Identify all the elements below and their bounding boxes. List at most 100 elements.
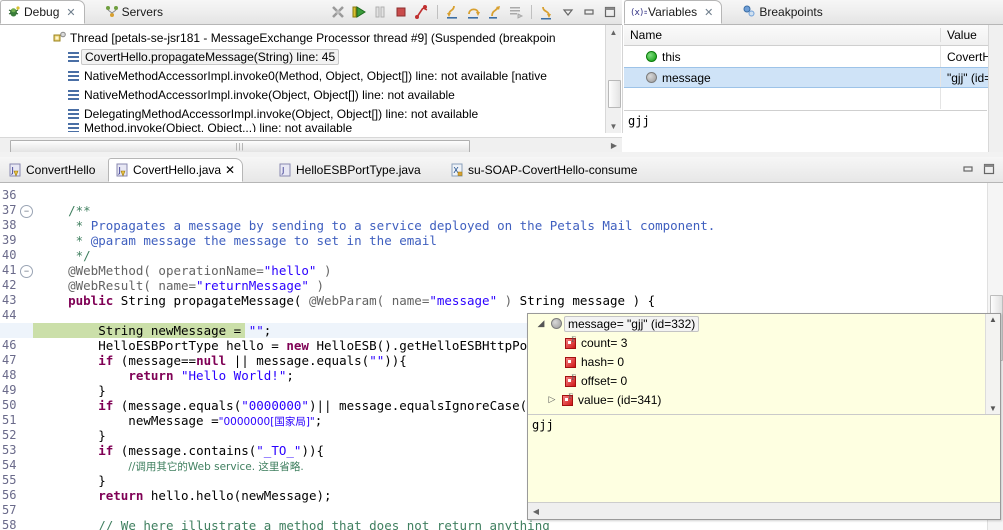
- fold-collapse-icon[interactable]: −: [20, 205, 33, 218]
- chevron-right-icon[interactable]: ▷: [545, 395, 559, 405]
- disconnect-breakpoint-icon[interactable]: [413, 3, 431, 21]
- editor-tab-su-soap-coverthello-consume[interactable]: X su-SOAP-CovertHello-consume: [444, 158, 644, 182]
- variables-detail-pane[interactable]: gjj: [624, 110, 987, 140]
- scroll-down-icon[interactable]: ▼: [606, 119, 621, 133]
- hover-horizontal-scrollbar[interactable]: ◀: [528, 502, 1000, 519]
- debug-toolbar: [329, 0, 622, 24]
- code-line[interactable]: // We here illustrate a method that does…: [33, 518, 550, 530]
- hover-variable-tree[interactable]: ◢ message= "gjj" (id=332) F count= 3 has…: [528, 314, 1000, 414]
- code-token: }: [38, 428, 106, 443]
- variables-icon: (x)=: [631, 5, 651, 19]
- scroll-up-icon[interactable]: ▲: [606, 25, 621, 39]
- code-line[interactable]: @WebResult( name="returnMessage" ): [33, 278, 324, 293]
- java-warning-icon: J: [9, 163, 22, 177]
- step-into-icon[interactable]: [444, 3, 462, 21]
- view-menu-icon[interactable]: [559, 3, 577, 21]
- code-line[interactable]: //调用其它的Web service. 这里省略.: [33, 458, 303, 473]
- stack-row-frame-selected[interactable]: CovertHello.propagateMessage(String) lin…: [0, 47, 622, 66]
- code-line[interactable]: String newMessage = "";: [33, 323, 271, 338]
- line-number: 42: [2, 278, 17, 292]
- code-line[interactable]: */: [33, 248, 91, 263]
- code-line[interactable]: if (message==null || message.equals(""))…: [33, 353, 407, 368]
- variables-table[interactable]: Name Value this CovertHel message "gjj" …: [624, 25, 1003, 110]
- hover-row-offset[interactable]: F offset= 0: [528, 371, 1000, 390]
- step-filters-icon[interactable]: [538, 3, 556, 21]
- variable-row-message[interactable]: message "gjj" (id=3: [624, 67, 1003, 88]
- editor-tab-coverthello-java[interactable]: J CovertHello.java ✕: [108, 158, 244, 182]
- scroll-down-icon[interactable]: ▼: [989, 404, 997, 413]
- debug-view-tabstrip: Debug ✕ Servers: [0, 0, 622, 25]
- code-line[interactable]: @WebMethod( operationName="hello" ): [33, 263, 331, 278]
- hover-vertical-scrollbar[interactable]: ▲ ▼: [985, 314, 1000, 414]
- step-over-icon[interactable]: [465, 3, 483, 21]
- editor-tab-converthello[interactable]: J ConvertHello: [2, 158, 102, 182]
- code-line[interactable]: HelloESBPortType hello = new HelloESB().…: [33, 338, 565, 353]
- drop-to-frame-icon[interactable]: [507, 3, 525, 21]
- line-number: 50: [2, 398, 17, 412]
- tab-variables[interactable]: (x)= Variables ✕: [624, 0, 723, 24]
- code-token: String message ) {: [512, 293, 656, 308]
- chevron-down-icon[interactable]: ◢: [534, 319, 548, 329]
- maximize-icon[interactable]: [980, 160, 998, 178]
- editor-tab-helloesbporttype-java[interactable]: J HelloESBPortType.java: [272, 158, 428, 182]
- tab-breakpoints[interactable]: Breakpoints: [736, 0, 830, 24]
- stack-row-frame-3[interactable]: NativeMethodAccessorImpl.invoke(Object, …: [0, 85, 622, 104]
- step-return-icon[interactable]: [486, 3, 504, 21]
- code-line[interactable]: return hello.hello(newMessage);: [33, 488, 331, 503]
- hover-row-message[interactable]: ◢ message= "gjj" (id=332): [528, 314, 1000, 333]
- close-icon[interactable]: ✕: [225, 163, 235, 177]
- variable-row-this[interactable]: this CovertHel: [624, 46, 1003, 67]
- stack-row-thread[interactable]: Thread [petals-se-jsr181 - MessageExchan…: [0, 28, 622, 47]
- scroll-right-icon[interactable]: ▶: [607, 138, 621, 153]
- stack-row-frame-5[interactable]: Method.invoke(Object, Object...) line: n…: [0, 123, 622, 132]
- code-line[interactable]: [33, 503, 38, 518]
- code-token: if: [98, 398, 114, 413]
- scroll-left-icon[interactable]: ◀: [528, 507, 544, 516]
- hover-row-count[interactable]: F count= 3: [528, 333, 1000, 352]
- variable-name: this: [662, 49, 681, 64]
- close-icon[interactable]: ✕: [66, 7, 75, 18]
- disconnect-icon[interactable]: [329, 3, 347, 21]
- variable-hover-popup[interactable]: ◢ message= "gjj" (id=332) F count= 3 has…: [527, 313, 1001, 520]
- debug-vertical-scrollbar[interactable]: ▲ ▼: [605, 25, 621, 133]
- code-token: return: [128, 368, 174, 383]
- column-name[interactable]: Name: [624, 28, 941, 42]
- minimize-icon[interactable]: [580, 3, 598, 21]
- code-line[interactable]: }: [33, 473, 106, 488]
- code-line[interactable]: [33, 308, 38, 323]
- terminate-icon[interactable]: [392, 3, 410, 21]
- code-line[interactable]: newMessage ="0000000[国家局]";: [33, 413, 322, 428]
- hover-row-hash[interactable]: hash= 0: [528, 352, 1000, 371]
- scrollbar-thumb[interactable]: [608, 80, 621, 108]
- code-line[interactable]: }: [33, 428, 106, 443]
- close-icon[interactable]: ✕: [704, 7, 713, 18]
- toolbar-separator-2: [531, 5, 532, 19]
- debug-horizontal-scrollbar[interactable]: ||| ▶: [0, 137, 622, 153]
- code-line[interactable]: /**: [33, 203, 91, 218]
- code-line[interactable]: return "Hello World!";: [33, 368, 294, 383]
- code-token: "0000000[国家局]": [218, 416, 315, 428]
- restore-icon[interactable]: [959, 160, 977, 178]
- hover-detail-pane[interactable]: gjj: [528, 414, 1000, 499]
- scroll-up-icon[interactable]: ▲: [989, 315, 997, 324]
- code-line[interactable]: if (message.equals("0000000")|| message.…: [33, 398, 572, 413]
- stack-row-frame-2[interactable]: NativeMethodAccessorImpl.invoke0(Method,…: [0, 66, 622, 85]
- field-icon: [562, 356, 578, 368]
- code-line[interactable]: * @param message the message to set in t…: [33, 233, 437, 248]
- hover-row-value[interactable]: ▷ F value= (id=341): [528, 390, 1000, 409]
- code-line[interactable]: }: [33, 383, 106, 398]
- variables-vertical-scrollbar[interactable]: [988, 25, 1003, 155]
- code-line[interactable]: if (message.contains("_TO_")){: [33, 443, 324, 458]
- maximize-icon[interactable]: [601, 3, 619, 21]
- fold-collapse-icon[interactable]: −: [20, 265, 33, 278]
- resume-icon[interactable]: [350, 3, 368, 21]
- debug-stack-tree[interactable]: Thread [petals-se-jsr181 - MessageExchan…: [0, 25, 623, 133]
- code-line[interactable]: * Propagates a message by sending to a s…: [33, 218, 716, 233]
- code-line[interactable]: public String propagateMessage( @WebPara…: [33, 293, 655, 308]
- suspend-icon[interactable]: [371, 3, 389, 21]
- tab-servers[interactable]: Servers: [99, 0, 171, 24]
- tab-debug[interactable]: Debug ✕: [0, 0, 85, 24]
- stack-row-frame-4[interactable]: DelegatingMethodAccessorImpl.invoke(Obje…: [0, 104, 622, 123]
- code-token: "": [369, 353, 385, 368]
- code-line[interactable]: [33, 188, 38, 203]
